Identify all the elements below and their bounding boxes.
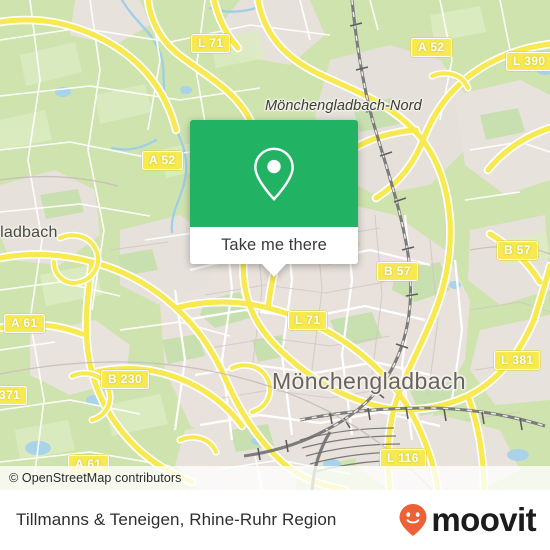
road-shield: B 57 (377, 262, 418, 281)
moovit-wordmark: moovit (431, 501, 536, 538)
take-me-there-label: Take me there (221, 236, 327, 254)
road-shield: B 230 (101, 370, 150, 389)
location-title: Tillmanns & Teneigen, Rhine-Ruhr Region (16, 510, 337, 529)
road-shield: L 71 (288, 311, 328, 330)
place-label-gladbach-clipped: gladbach (0, 224, 58, 241)
map-canvas[interactable]: L 71 A 52 L 390 A 52 B 57 B 57 A 61 L 71… (0, 0, 550, 490)
road-shield: L 71 (191, 34, 231, 53)
road-shield: A 52 (142, 151, 183, 170)
take-me-there-button[interactable]: Take me there (190, 227, 358, 277)
attribution-bar: © OpenStreetMap contributors (0, 466, 550, 490)
road-shield: L 381 (494, 351, 541, 370)
road-shield: L 390 (506, 52, 550, 71)
location-popup[interactable]: Take me there (190, 120, 358, 277)
road-shield: B 57 (497, 241, 538, 260)
road-shield: A 52 (411, 38, 452, 57)
road-shield: 371 (0, 386, 28, 405)
osm-attribution-text[interactable]: © OpenStreetMap contributors (0, 471, 182, 485)
map-pin-icon (254, 147, 294, 201)
road-shield: A 61 (4, 314, 45, 333)
map-page: L 71 A 52 L 390 A 52 B 57 B 57 A 61 L 71… (0, 0, 550, 550)
popup-icon-area (190, 120, 358, 227)
place-label-moenchengladbach-nord: Mönchengladbach-Nord (265, 98, 422, 114)
popup-pointer (261, 263, 287, 277)
place-label-moenchengladbach: Mönchengladbach (272, 368, 466, 394)
footer-bar: Tillmanns & Teneigen, Rhine-Ruhr Region … (0, 490, 550, 550)
moovit-logo[interactable]: moovit (398, 501, 550, 539)
moovit-smiley-pin-icon (399, 504, 427, 536)
